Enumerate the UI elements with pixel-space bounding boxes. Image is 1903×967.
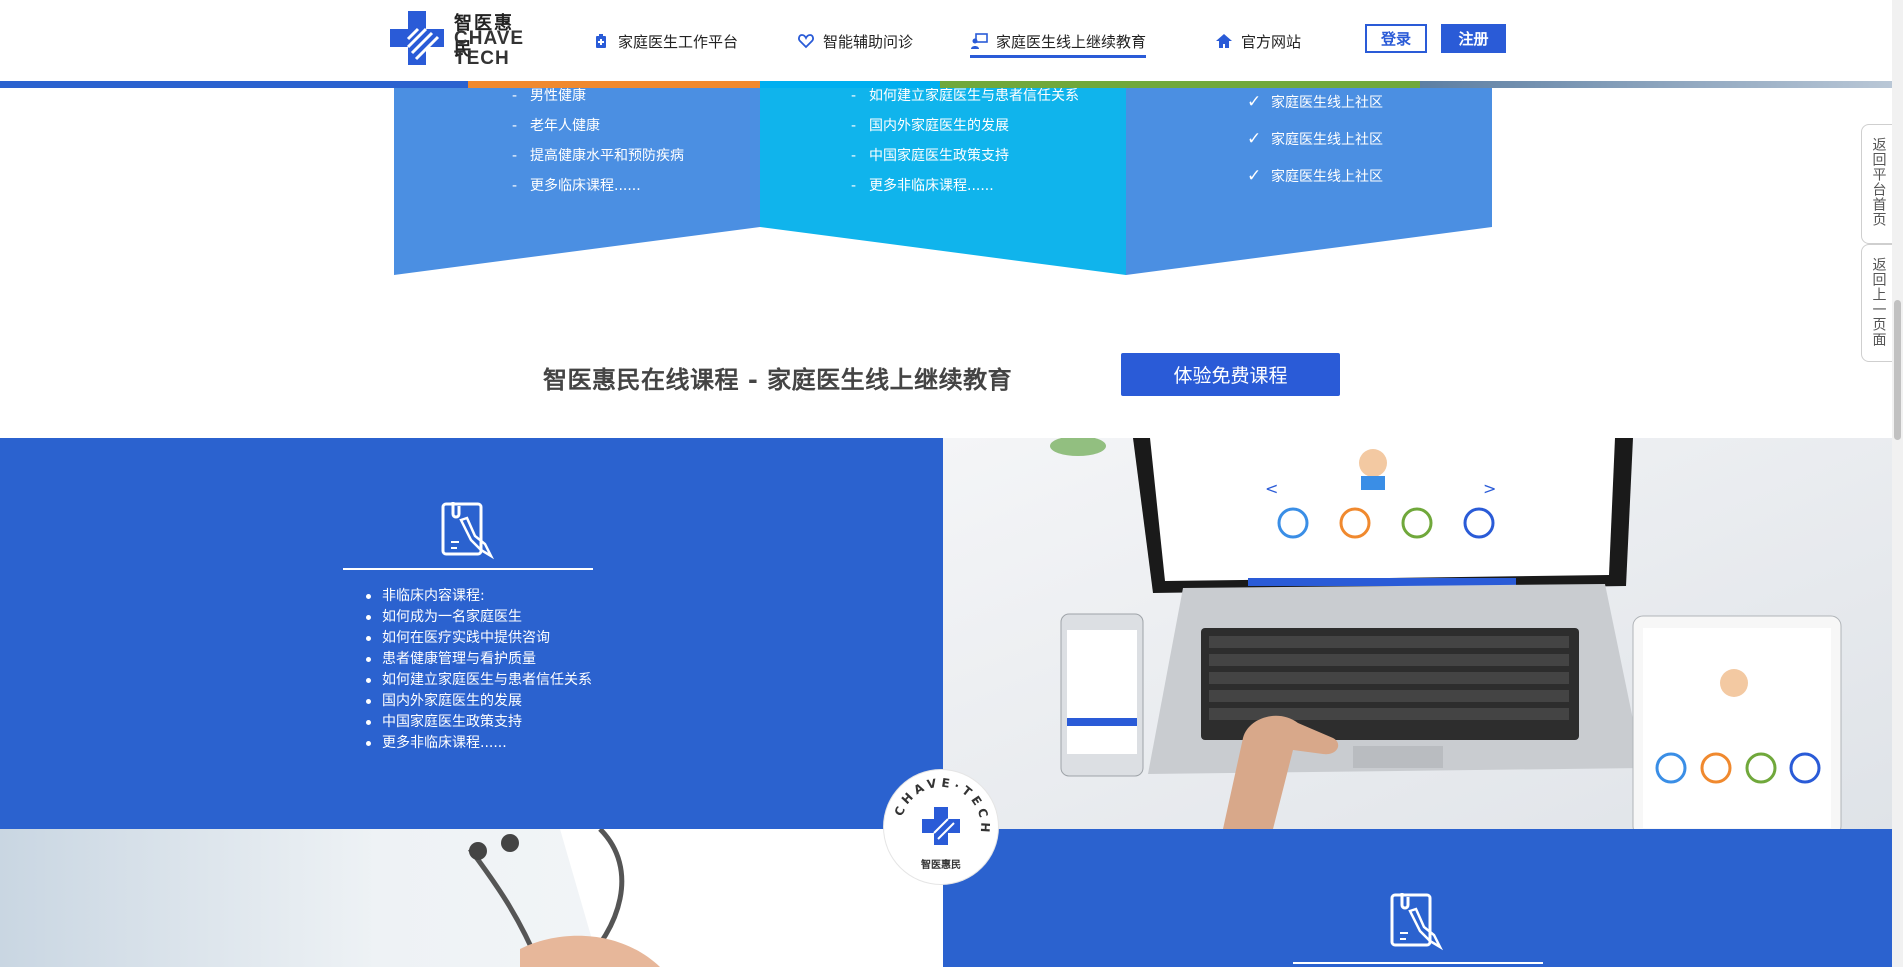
laptop-devices-illustration: < > [943, 438, 1892, 829]
document-edit-icon [441, 502, 495, 560]
list-item[interactable]: 国内外家庭医生的发展 [364, 691, 592, 712]
list-item[interactable]: - 中国家庭医生政策支持 [851, 148, 1079, 178]
brand-name-en-line1: CHAVE [454, 28, 525, 49]
nav-label: 智能辅助问诊 [823, 32, 914, 51]
list-item: 非临床内容课程: [364, 586, 592, 607]
list-item[interactable]: 更多非临床课程...... [364, 733, 592, 754]
list-item[interactable]: 如何成为一名家庭医生 [364, 607, 592, 628]
list-item[interactable]: 患者健康管理与看护质量 [364, 649, 592, 670]
nav-label: 家庭医生线上继续教育 [996, 32, 1147, 51]
nonclinical-course-list: - 如何建立家庭医生与患者信任关系 - 国内外家庭医生的发展 - 中国家庭医生政策支持… [851, 88, 1079, 208]
nav-label: 家庭医生工作平台 [618, 32, 739, 51]
back-to-previous-button[interactable]: 返回上一页面 [1861, 244, 1895, 362]
section-divider [343, 568, 593, 570]
clinical-course-list: - 男性健康 - 老年人健康 - 提高健康水平和预防疾病 - 更多临床课程...... [512, 88, 684, 208]
community-list: ✓ 家庭医生线上社区 ✓ 家庭医生线上社区 ✓ 家庭医生线上社区 [1247, 94, 1383, 205]
list-item[interactable]: 如何建立家庭医生与患者信任关系 [364, 670, 592, 691]
list-item[interactable]: - 更多非临床课程...... [851, 178, 1079, 208]
document-edit-icon [1390, 893, 1444, 951]
list-item[interactable]: - 老年人健康 [512, 118, 684, 148]
free-course-button[interactable]: 体验免费课程 [1121, 353, 1340, 396]
back-to-home-button[interactable]: 返回平台首页 [1861, 124, 1895, 244]
nav-online-education[interactable]: 家庭医生线上继续教育 [970, 28, 1147, 58]
list-item[interactable]: ✓ 家庭医生线上社区 [1247, 94, 1383, 131]
back-to-home-label: 返回平台首页 [1870, 137, 1887, 227]
doctor-photo [0, 829, 943, 967]
check-icon: ✓ [1247, 129, 1262, 149]
nonclinical-section: 非临床内容课程: 如何成为一名家庭医生 如何在医疗实践中提供咨询 患者健康管理与… [0, 438, 943, 829]
heart-icon [798, 34, 814, 49]
list-item[interactable]: ✓ 家庭医生线上社区 [1247, 131, 1383, 168]
badge-graphic: CHAVE·TECH 智医惠民 [892, 776, 989, 871]
list-item[interactable]: - 如何建立家庭医生与患者信任关系 [851, 88, 1079, 118]
list-item[interactable]: - 提高健康水平和预防疾病 [512, 148, 684, 178]
list-item[interactable]: 如何在医疗实践中提供咨询 [364, 628, 592, 649]
teacher-icon [971, 33, 988, 49]
page-scrollbar[interactable] [1892, 0, 1903, 967]
nav-smart-consult[interactable]: 智能辅助问诊 [797, 28, 913, 54]
devices-photo: < > [943, 438, 1892, 829]
promo-title: 智医惠民在线课程 - 家庭医生线上继续教育 [543, 366, 1013, 394]
check-icon: ✓ [1247, 166, 1262, 186]
top-header: 智医惠民 CHAVE TECH 家庭医生工作平台 智能辅助问诊 家庭医生线上继续… [0, 0, 1892, 81]
back-to-previous-label: 返回上一页面 [1870, 257, 1887, 347]
list-item[interactable]: - 国内外家庭医生的发展 [851, 118, 1079, 148]
list-item[interactable]: - 更多临床课程...... [512, 178, 684, 208]
svg-text:<: < [1265, 479, 1278, 498]
list-item[interactable]: 中国家庭医生政策支持 [364, 712, 592, 733]
medical-cross-logo-icon [390, 11, 444, 65]
nonclinical-list: 非临床内容课程: 如何成为一名家庭医生 如何在医疗实践中提供咨询 患者健康管理与… [364, 586, 592, 754]
header-color-stripe [0, 81, 1892, 88]
doctor-stethoscope-illustration [0, 829, 943, 967]
section-divider [1293, 962, 1543, 964]
nav-official-site[interactable]: 官方网站 [1215, 28, 1301, 54]
clinical-section [943, 829, 1892, 967]
check-icon: ✓ [1247, 92, 1262, 112]
brand-logo[interactable]: 智医惠民 CHAVE TECH [388, 9, 528, 69]
brand-name-en-line2: TECH [454, 48, 510, 69]
badge-brand-cn: 智医惠民 [921, 858, 961, 871]
scrollbar-thumb[interactable] [1894, 300, 1901, 440]
nav-label: 官方网站 [1241, 32, 1302, 51]
home-icon [1216, 34, 1232, 48]
brand-badge: CHAVE·TECH 智医惠民 [884, 770, 998, 884]
register-button[interactable]: 注册 [1441, 24, 1506, 53]
list-item[interactable]: ✓ 家庭医生线上社区 [1247, 168, 1383, 205]
svg-text:>: > [1483, 479, 1496, 498]
login-button[interactable]: 登录 [1365, 24, 1427, 53]
nav-family-doctor-platform[interactable]: 家庭医生工作平台 [592, 28, 738, 54]
medical-kit-icon [596, 34, 606, 48]
list-item[interactable]: - 男性健康 [512, 88, 684, 118]
